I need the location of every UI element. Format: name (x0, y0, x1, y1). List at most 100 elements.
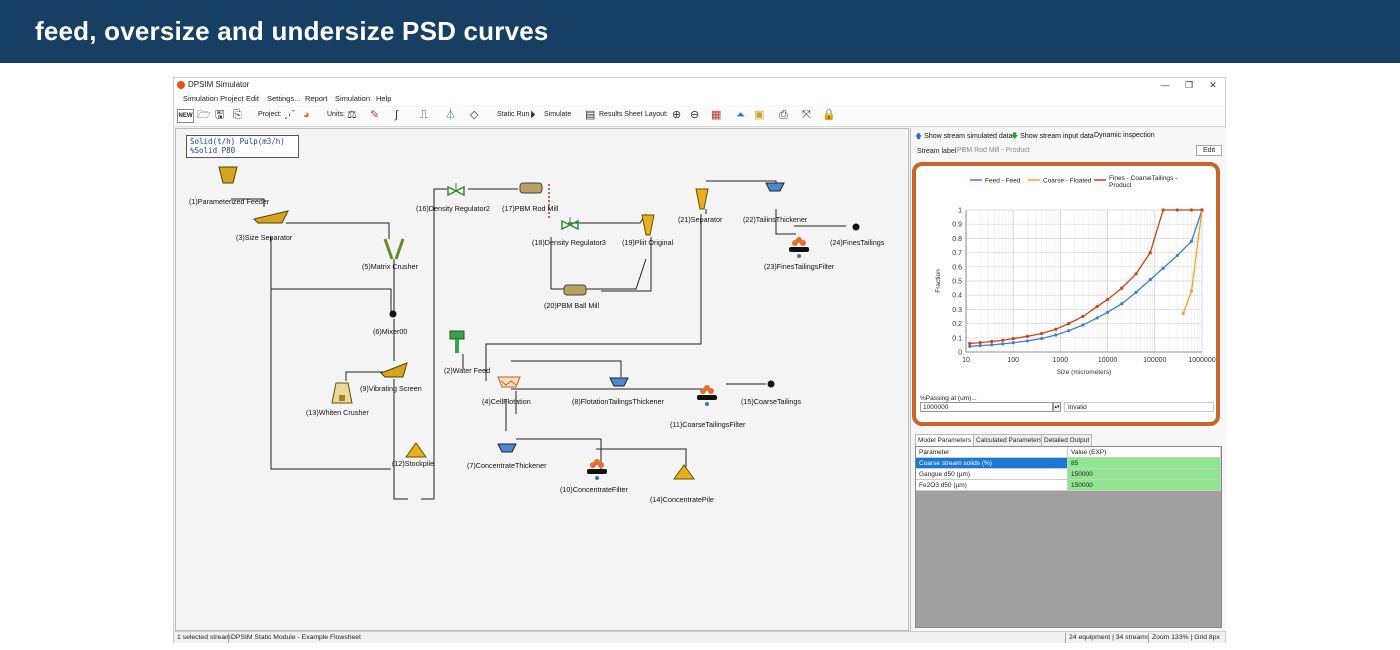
size-separator-icon[interactable] (252, 209, 292, 225)
app-logo-icon (177, 81, 185, 89)
weight-units-icon[interactable]: ⚖ (347, 108, 357, 122)
menu-simulation-project[interactable]: Simulation Project (183, 94, 243, 103)
thickener-icon[interactable] (764, 181, 786, 193)
fit-screen-icon[interactable]: ⤧ (802, 108, 811, 122)
param-name: Gangue d50 (µm) (916, 469, 1068, 480)
show-simulated-data-link[interactable]: 🡅 Show stream simulated data (915, 132, 1012, 143)
sink-icon[interactable] (766, 379, 776, 389)
menu-help[interactable]: Help (376, 94, 391, 103)
results-sheet-button[interactable]: Results Sheet (599, 111, 643, 118)
dynamic-inspection-link[interactable]: Dynamic inspection (1094, 132, 1155, 139)
rod-mill-icon[interactable] (518, 181, 544, 195)
column-header-value: Value (EXP) (1068, 447, 1221, 458)
grid-icon[interactable]: ▦ (711, 108, 721, 122)
maximize-button[interactable]: ❐ (1177, 78, 1201, 92)
zoom-out-icon[interactable]: ⊖ (690, 108, 699, 122)
thickener-icon[interactable] (608, 376, 630, 388)
menu-edit[interactable]: Edit (246, 94, 259, 103)
table-row[interactable]: Fe2O3 d50 (µm) 150000 (916, 480, 1221, 491)
status-separator (228, 633, 229, 643)
image-icon[interactable]: ▣ (754, 108, 764, 122)
separator-icon[interactable] (694, 187, 710, 211)
flow-units-icon[interactable]: ✎ (370, 108, 379, 122)
node-label: (18)Density Regulator3 (532, 238, 606, 247)
pliit-icon[interactable] (640, 213, 656, 237)
simulate-button[interactable]: Simulate (544, 111, 571, 118)
units-label: Units: (327, 111, 345, 118)
tab-detailed-output[interactable]: Detailed Output (1041, 434, 1093, 446)
status-module: DPSIM Static Module - Example Flowsheet (231, 634, 361, 641)
mixer-icon[interactable] (388, 309, 398, 319)
flowsheet-icon[interactable]: ⋰ (284, 108, 295, 122)
node-label: (15)CoarseTailings (741, 397, 801, 406)
results-sheet-icon[interactable]: ▤ (585, 108, 595, 122)
table-row[interactable]: Gangue d50 (µm) 150000 (916, 469, 1221, 480)
legend-entry: Product (1109, 182, 1132, 189)
thickener-icon[interactable] (496, 442, 518, 454)
y-tick-label: 0.4 (952, 293, 962, 300)
align-icon[interactable]: ⏶ (736, 108, 745, 122)
curve-units-icon[interactable]: ∫ (395, 108, 398, 122)
density-units-icon[interactable]: ⏃ (445, 108, 456, 122)
stockpile-icon[interactable] (672, 463, 696, 481)
close-button[interactable]: ✕ (1201, 78, 1225, 92)
filter-icon[interactable] (586, 459, 608, 481)
density-regulator-icon[interactable] (446, 181, 466, 201)
show-input-label: Show stream input data (1020, 133, 1094, 140)
passing-size-input[interactable]: 1000000 (920, 402, 1053, 412)
new-button[interactable]: NEW (177, 109, 194, 123)
y-axis-label: Fraction (935, 269, 942, 293)
sink-icon[interactable] (851, 222, 861, 232)
open-folder-icon[interactable]: 🗁 (197, 108, 211, 122)
menu-simulation[interactable]: Simulation (335, 94, 370, 103)
export-icon[interactable]: ⎘ (233, 108, 242, 122)
status-separator (1148, 633, 1149, 643)
diamond-units-icon[interactable]: ◇ (470, 108, 478, 122)
lock-icon[interactable]: 🔒 (822, 108, 836, 122)
vibrating-screen-icon[interactable] (379, 361, 411, 379)
cell-flotation-icon[interactable] (496, 375, 522, 389)
ball-mill-icon[interactable] (562, 283, 588, 297)
data-point (1011, 337, 1015, 341)
param-value[interactable]: 85 (1068, 458, 1221, 469)
data-point (1011, 341, 1015, 345)
param-value[interactable]: 150000 (1068, 469, 1221, 480)
menu-report[interactable]: Report (305, 94, 328, 103)
param-value[interactable]: 150000 (1068, 480, 1221, 491)
app-window: DPSIM Simulator — ❐ ✕ Simulation Project… (173, 77, 1226, 643)
data-point (1001, 342, 1005, 346)
node-label: (3)Size Separator (236, 233, 293, 242)
save-icon[interactable]: 🖫 (215, 108, 224, 122)
data-point (1067, 322, 1071, 326)
minimize-button[interactable]: — (1153, 78, 1177, 92)
whiten-crusher-icon[interactable] (330, 381, 354, 405)
feeder-icon[interactable] (216, 165, 240, 185)
water-feed-icon[interactable] (446, 329, 468, 355)
show-input-data-link[interactable]: 🡇 Show stream input data (1011, 132, 1094, 143)
print-icon[interactable]: ⎙ (779, 108, 788, 122)
pie-chart-icon[interactable]: ◕ (303, 108, 310, 122)
filter-icon[interactable] (696, 385, 718, 407)
arrow-down-icon: 🡇 (1011, 133, 1019, 140)
density-regulator-icon[interactable] (560, 215, 580, 235)
stream-label-field[interactable]: PBM Rod Mill - Product (957, 147, 1137, 154)
tab-calculated-parameters[interactable]: Calculated Parameters (973, 434, 1046, 446)
column-header-parameter: Parameter (916, 447, 1068, 458)
filter-icon[interactable] (788, 237, 810, 259)
stream-line (511, 360, 622, 377)
stockpile-icon[interactable] (404, 441, 428, 459)
flowsheet-canvas[interactable]: Solid(t/h) Pulp(m3/h) %Solid P80 (1)Para… (175, 128, 909, 631)
edit-button[interactable]: Edit (1196, 145, 1222, 156)
table-row[interactable]: Coarse stream solids (%) 85 (916, 458, 1221, 469)
matrix-crusher-icon[interactable] (382, 237, 406, 261)
zoom-in-icon[interactable]: ⊕ (672, 108, 681, 122)
static-run-button[interactable]: Static Run (497, 111, 529, 118)
tab-model-parameters[interactable]: Model Parameters (915, 434, 975, 446)
data-point (990, 343, 994, 347)
play-icon[interactable]: ⏵ (530, 108, 536, 122)
node-label: (9)Vibrating Screen (360, 384, 422, 393)
passing-spinner[interactable]: ▴▾ (1053, 402, 1061, 412)
y-tick-label: 0 (958, 350, 962, 357)
pulse-units-icon[interactable]: ⎍ (420, 108, 428, 122)
menu-settings[interactable]: Settings... (267, 94, 300, 103)
